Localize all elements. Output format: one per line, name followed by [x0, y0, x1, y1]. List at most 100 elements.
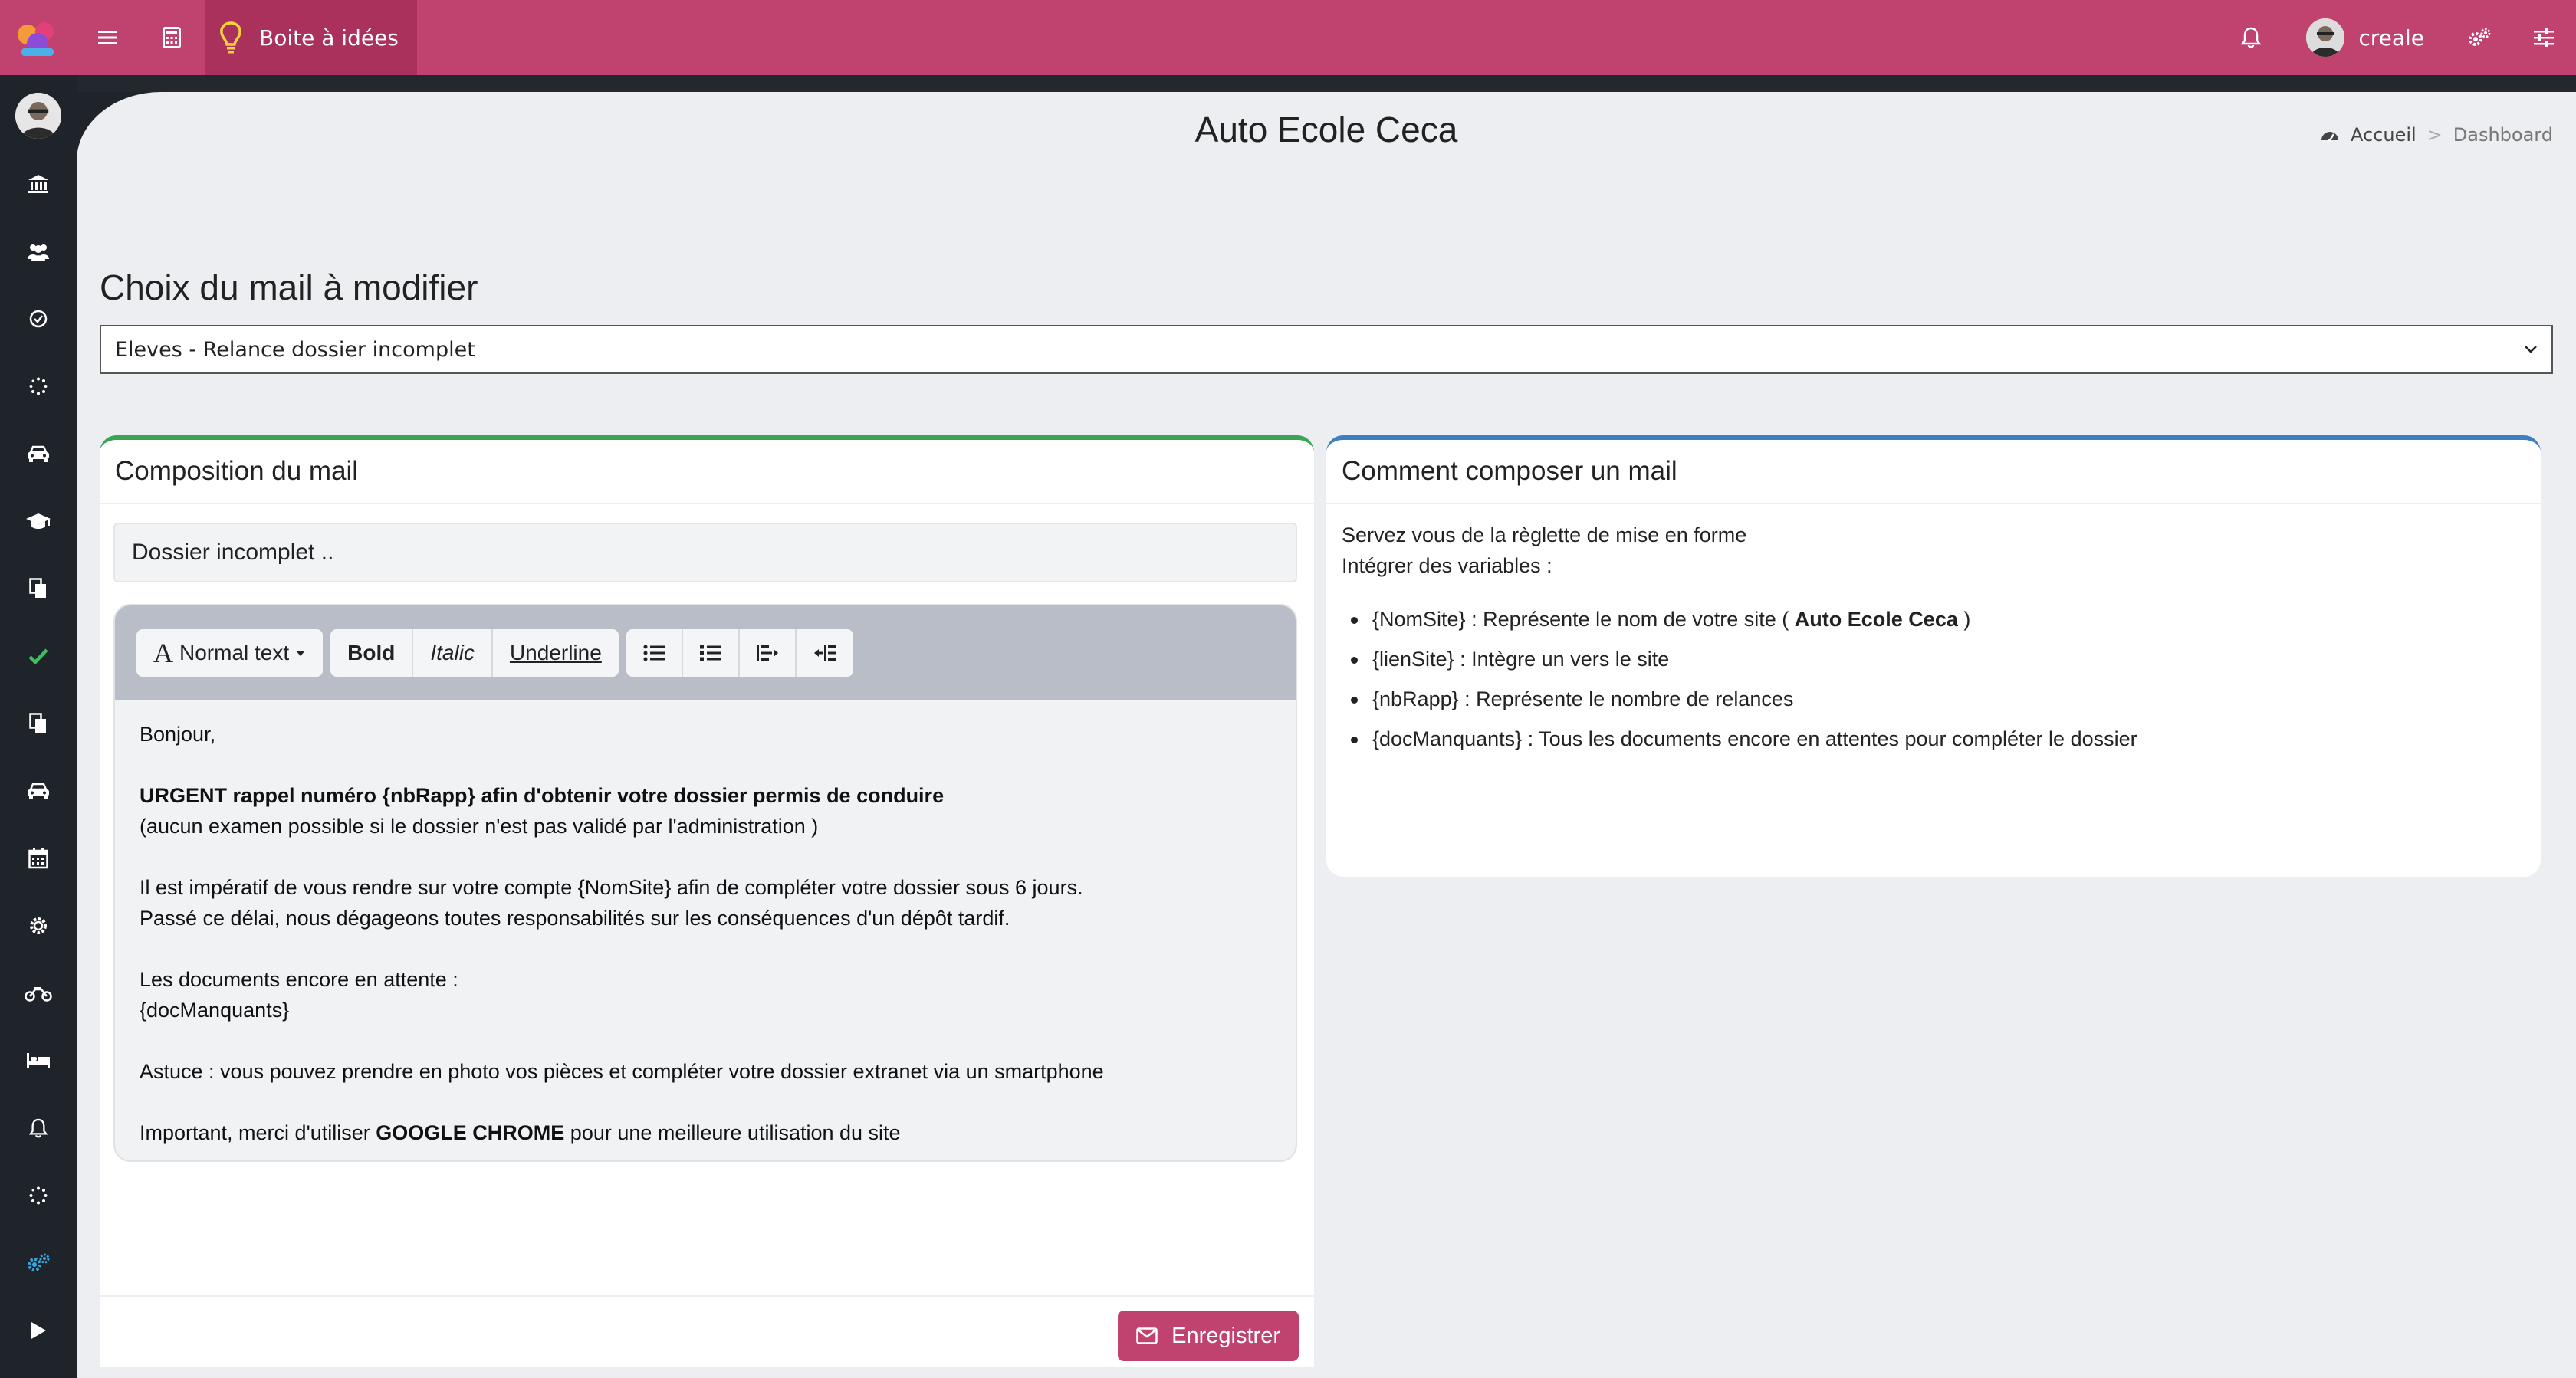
- mail-subject-input[interactable]: Dossier incomplet ..: [113, 523, 1297, 582]
- preferences-button[interactable]: [2512, 0, 2576, 75]
- graduation-cap-icon: [26, 513, 51, 529]
- topbar-shadow: [0, 75, 2576, 92]
- sidebar-item-approved[interactable]: [0, 633, 77, 679]
- unordered-list-button[interactable]: [626, 629, 683, 677]
- help-content: Servez vous de la règlette de mise en fo…: [1326, 504, 2541, 774]
- mail-tip-line: Astuce : vous pouvez prendre en photo vo…: [140, 1060, 1104, 1083]
- gear-icon: [30, 917, 47, 934]
- mail-paragraph-2: Passé ce délai, nous dégageons toutes re…: [140, 907, 1010, 930]
- outdent-icon: [756, 645, 778, 661]
- composition-card-title: Composition du mail: [100, 440, 1314, 504]
- spinner-icon: [29, 377, 48, 395]
- list-ol-icon: [699, 645, 721, 661]
- sidebar-item-settings[interactable]: [0, 903, 77, 949]
- breadcrumb: Accueil > Dashboard: [2320, 124, 2553, 146]
- user-avatar: [2306, 18, 2345, 57]
- user-menu[interactable]: creale: [2283, 18, 2447, 57]
- sidebar-item-validation[interactable]: [0, 296, 77, 342]
- mail-important-pre: Important, merci d'utiliser: [140, 1121, 370, 1144]
- sidebar-item-processing[interactable]: [0, 1173, 77, 1219]
- check-circle-icon: [29, 310, 48, 328]
- play-icon: [31, 1322, 46, 1339]
- sidebar-item-loading[interactable]: [0, 363, 77, 409]
- sidebar: [0, 75, 77, 1378]
- sidebar-item-notifications[interactable]: [0, 1105, 77, 1151]
- breadcrumb-home-link[interactable]: Accueil: [2351, 124, 2417, 146]
- notifications-button[interactable]: [2219, 0, 2283, 75]
- save-button[interactable]: Enregistrer: [1118, 1311, 1299, 1361]
- list-item: {nbRapp} : Représente le nombre de relan…: [1342, 679, 2525, 719]
- variables-list: {NomSite} : Représente le nom de votre s…: [1342, 599, 2525, 759]
- dashboard-icon: [2321, 132, 2338, 142]
- outdent-button[interactable]: [740, 629, 797, 677]
- help-line-1: Servez vous de la règlette de mise en fo…: [1342, 523, 1747, 546]
- sidebar-item-documents[interactable]: [0, 566, 77, 612]
- breadcrumb-separator: >: [2426, 124, 2443, 146]
- indent-icon: [813, 645, 836, 661]
- sidebar-profile[interactable]: [0, 90, 77, 141]
- editor-toolbar: A Normal text Bold Italic Underline: [115, 605, 1296, 700]
- topbar-right: creale: [2219, 0, 2576, 75]
- card-footer-divider: [100, 1295, 1314, 1297]
- composition-card: Composition du mail Dossier incomplet ..…: [100, 435, 1314, 1367]
- variable-description: {docManquants} : Tous les documents enco…: [1372, 727, 2137, 750]
- text-format-label: Normal text: [179, 641, 290, 664]
- mail-docs-variable: {docManquants}: [140, 999, 290, 1022]
- page-title: Auto Ecole Ceca: [1194, 110, 1458, 149]
- top-navbar: Boite à idées creale: [0, 0, 2576, 75]
- menu-toggle-button[interactable]: [75, 0, 140, 75]
- rich-text-editor: A Normal text Bold Italic Underline Bonj…: [113, 604, 1297, 1162]
- logo-icon: [18, 22, 54, 56]
- sidebar-item-calendar[interactable]: [0, 835, 77, 881]
- help-line-2: Intégrer des variables :: [1342, 554, 1552, 577]
- mail-template-select[interactable]: Eleves - Relance dossier incomplet: [100, 325, 2553, 374]
- indent-button[interactable]: [797, 629, 853, 677]
- copy-icon: [29, 578, 46, 598]
- sidebar-item-media[interactable]: [0, 1307, 77, 1353]
- mail-docs-label: Les documents encore en attente :: [140, 968, 458, 991]
- sidebar-item-training[interactable]: [0, 498, 77, 544]
- sidebar-item-configuration-active[interactable]: [0, 1240, 77, 1286]
- avatar: [15, 93, 61, 139]
- underline-button[interactable]: Underline: [493, 629, 619, 677]
- help-card: Comment composer un mail Servez vous de …: [1326, 435, 2541, 877]
- variable-site-name: Auto Ecole Ceca: [1794, 608, 1958, 631]
- variable-description: {nbRapp} : Représente le nombre de relan…: [1372, 687, 1794, 710]
- check-icon: [28, 648, 48, 664]
- bank-icon: [28, 175, 48, 193]
- sidebar-item-institution[interactable]: [0, 161, 77, 207]
- users-icon: [28, 244, 49, 261]
- sidebar-item-cars[interactable]: [0, 768, 77, 814]
- save-button-label: Enregistrer: [1171, 1323, 1280, 1348]
- ordered-list-button[interactable]: [683, 629, 740, 677]
- sidebar-item-accommodation[interactable]: [0, 1038, 77, 1084]
- sidebar-item-files[interactable]: [0, 700, 77, 746]
- calendar-icon: [28, 848, 48, 869]
- list-group: [626, 629, 853, 677]
- app-logo[interactable]: [0, 0, 75, 75]
- envelope-icon: [1136, 1327, 1158, 1344]
- bold-button[interactable]: Bold: [330, 629, 414, 677]
- settings-button[interactable]: [2447, 0, 2512, 75]
- calculator-button[interactable]: [140, 0, 204, 75]
- mail-choice-heading: Choix du mail à modifier: [100, 267, 478, 307]
- italic-button[interactable]: Italic: [413, 629, 493, 677]
- breadcrumb-current: Dashboard: [2453, 124, 2553, 146]
- font-icon: A: [153, 638, 173, 668]
- gears-icon: [28, 1253, 50, 1271]
- lightbulb-icon: [220, 21, 242, 54]
- text-format-dropdown[interactable]: A Normal text: [136, 629, 323, 677]
- list-item: {docManquants} : Tous les documents enco…: [1342, 719, 2525, 759]
- sidebar-item-vehicles[interactable]: [0, 431, 77, 477]
- idea-box-label: Boite à idées: [259, 25, 399, 51]
- car-icon: [28, 445, 49, 462]
- sidebar-item-motorcycle[interactable]: [0, 970, 77, 1016]
- mail-urgent-line: URGENT rappel numéro {nbRapp} afin d'obt…: [140, 784, 945, 807]
- mail-subject-value: Dossier incomplet ..: [132, 540, 334, 565]
- idea-box-tab[interactable]: Boite à idées: [205, 0, 417, 75]
- bed-icon: [27, 1053, 50, 1068]
- mail-template-selected: Eleves - Relance dossier incomplet: [115, 337, 475, 362]
- sidebar-item-users[interactable]: [0, 228, 77, 274]
- editor-content[interactable]: Bonjour, URGENT rappel numéro {nbRapp} a…: [115, 700, 1296, 1160]
- mail-note-line: (aucun examen possible si le dossier n'e…: [140, 815, 819, 838]
